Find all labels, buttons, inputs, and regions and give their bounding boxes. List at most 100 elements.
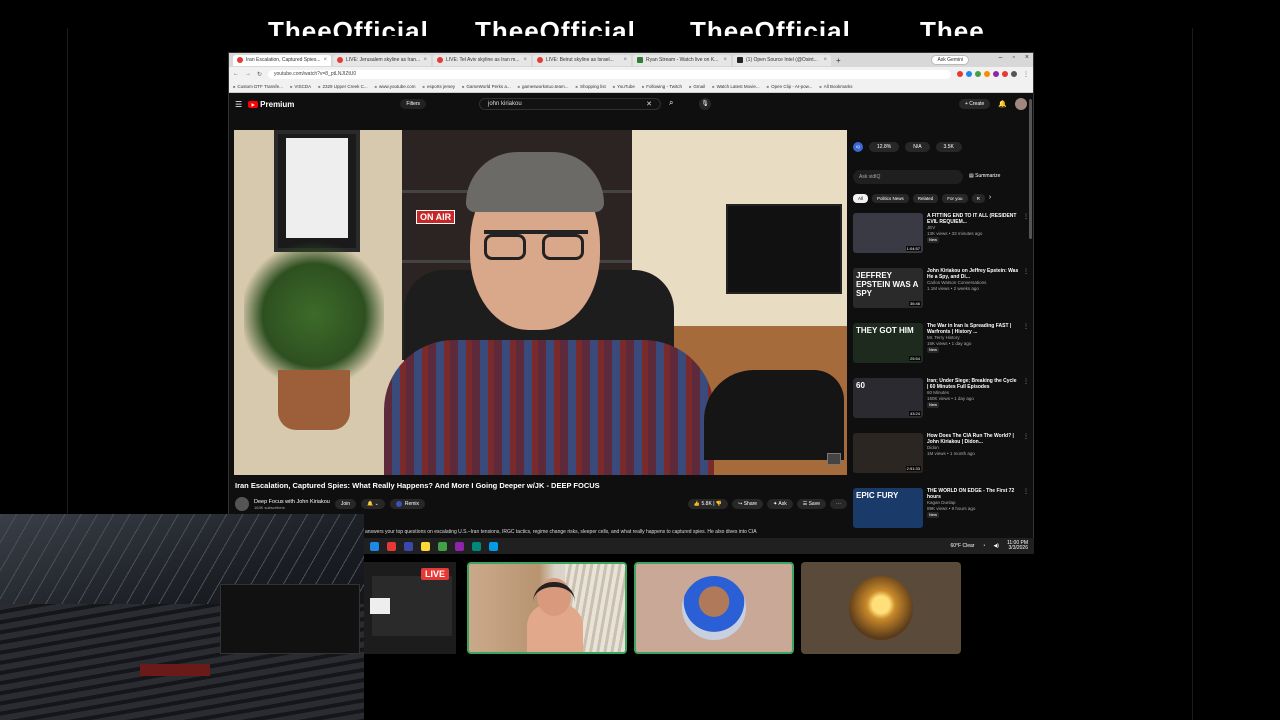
video-thumbnail[interactable]: 1:04:57: [853, 213, 923, 253]
recommendation-title[interactable]: How Does The CIA Run The World? | John K…: [927, 433, 1019, 445]
more-options-icon[interactable]: ⋮: [1023, 268, 1029, 323]
chrome-icon[interactable]: [387, 541, 396, 551]
bookmark[interactable]: Shopping list: [576, 84, 606, 89]
recommendation-item[interactable]: 60 43:24 Iran; Under Siege; Breaking the C…: [853, 378, 1029, 433]
chevron-right-icon[interactable]: ›: [989, 194, 991, 203]
reload-icon[interactable]: ↻: [257, 71, 262, 78]
browser-tab[interactable]: LIVE: Beirut skyline as Israel... ×: [533, 54, 631, 66]
close-icon[interactable]: ×: [623, 57, 627, 63]
microphone-icon[interactable]: 🎙: [699, 98, 711, 110]
recommendation-title[interactable]: THE WORLD ON EDGE - The First 72 hours: [927, 488, 1019, 500]
browser-tab[interactable]: LIVE: Jerusalem skyline as Iran... ×: [333, 54, 431, 66]
bookmark[interactable]: Watch Latest Movie...: [712, 84, 760, 89]
browser-tab[interactable]: (1) Open Source Intel (@Osint... ×: [733, 54, 831, 66]
extension-icon[interactable]: [1011, 71, 1017, 77]
url-field[interactable]: youtube.com/watch?v=8_ptLNJIZtU0: [268, 69, 951, 79]
create-button[interactable]: + Create: [958, 99, 991, 109]
video-thumbnail[interactable]: EPIC FURY: [853, 488, 923, 528]
recommendation-title[interactable]: The War in Iran Is Spreading FAST | Warf…: [927, 323, 1019, 335]
recommendation-item[interactable]: JEFFREY EPSTEIN WAS A SPY 36:46 John Kiria…: [853, 268, 1029, 323]
recommendation-item[interactable]: 2:51:33 How Does The CIA Run The World? |…: [853, 433, 1029, 488]
back-icon[interactable]: ←: [233, 71, 239, 77]
video-description[interactable]: answers your top questions on escalating…: [365, 529, 845, 535]
wifi-icon[interactable]: ◔: [982, 543, 985, 549]
video-overlay-icon[interactable]: [827, 453, 841, 465]
chip-more[interactable]: R: [971, 194, 985, 203]
browser-tab[interactable]: Iran Escalation, Captured Spies... ×: [233, 54, 331, 66]
bookmark[interactable]: esports jersey: [423, 84, 455, 89]
new-tab-button[interactable]: +: [833, 56, 844, 65]
youtube-logo[interactable]: ▶ Premium: [248, 100, 294, 109]
bookmark[interactable]: 2329 Upper Creek C...: [318, 84, 368, 89]
bookmark[interactable]: All Bookmarks: [819, 84, 853, 89]
close-icon[interactable]: ×: [823, 57, 827, 63]
folder-icon[interactable]: [421, 541, 430, 551]
recommendation-item[interactable]: THEY GOT HIM 25:54 The War in Iran Is Spre…: [853, 323, 1029, 378]
notifications-icon[interactable]: 🔔: [998, 100, 1007, 108]
extension-icon[interactable]: [1002, 71, 1008, 77]
bookmark[interactable]: VISCDA: [290, 84, 311, 89]
extension-icon[interactable]: [957, 71, 963, 77]
search-icon[interactable]: ⌕: [669, 98, 673, 108]
volume-icon[interactable]: ◀): [993, 543, 999, 549]
webcam-participant-3[interactable]: [801, 562, 961, 654]
more-options-icon[interactable]: ⋮: [1023, 433, 1029, 488]
chip-politics-news[interactable]: Politics News: [872, 194, 909, 203]
extension-icon[interactable]: [993, 71, 999, 77]
bookmark[interactable]: gamesworkstuo.team...: [518, 84, 569, 89]
account-avatar[interactable]: [1015, 98, 1027, 110]
app-icon[interactable]: [472, 541, 481, 551]
forward-icon[interactable]: →: [245, 71, 251, 77]
notification-bell-button[interactable]: 🔔 ⌄: [361, 499, 385, 509]
weather[interactable]: 60°F Clear: [950, 543, 974, 549]
close-window-icon[interactable]: ×: [1025, 54, 1029, 61]
app-icon[interactable]: [455, 541, 464, 551]
video-player[interactable]: ON AIR: [234, 130, 847, 475]
bookmark[interactable]: Custom DTF Transfe...: [233, 84, 283, 89]
app-icon[interactable]: [404, 541, 413, 551]
webcam-participant-1[interactable]: [467, 562, 627, 654]
share-button[interactable]: ↪ Share: [732, 499, 764, 509]
app-icon[interactable]: [489, 541, 498, 551]
scrollbar[interactable]: [1029, 99, 1032, 239]
filters-button[interactable]: Filters: [400, 99, 427, 109]
close-icon[interactable]: ×: [723, 57, 727, 63]
bookmark[interactable]: Following - Twitch: [642, 84, 682, 89]
ask-vidiq-input[interactable]: Ask vidIQ: [853, 170, 963, 184]
maximize-icon[interactable]: ▫: [1012, 54, 1014, 61]
video-thumbnail[interactable]: JEFFREY EPSTEIN WAS A SPY 36:46: [853, 268, 923, 308]
bookmark[interactable]: Gmail: [689, 84, 705, 89]
vidiq-icon[interactable]: iQ: [853, 142, 863, 152]
more-options-icon[interactable]: ⋮: [1023, 323, 1029, 378]
bookmark[interactable]: YouTube: [613, 84, 635, 89]
channel-avatar[interactable]: [235, 497, 249, 511]
recommendation-title[interactable]: Iran; Under Siege; Breaking the Cycle | …: [927, 378, 1019, 390]
clock[interactable]: 11:00 PM 3/3/2026: [1007, 541, 1028, 551]
spotify-icon[interactable]: [438, 541, 447, 551]
bookmark[interactable]: Open Clip - AI-pow...: [767, 84, 812, 89]
live-preview-tile[interactable]: LIVE: [364, 562, 456, 654]
more-options-icon[interactable]: ⋮: [1023, 378, 1029, 433]
bookmark[interactable]: www.youtube.com: [375, 84, 416, 89]
extension-icon[interactable]: [984, 71, 990, 77]
webcam-participant-2[interactable]: [634, 562, 794, 654]
video-thumbnail[interactable]: 60 43:24: [853, 378, 923, 418]
recommendation-item[interactable]: 1:04:57 A FITTING END TO IT ALL (RESIDENT…: [853, 213, 1029, 268]
remix-button[interactable]: Remix: [389, 499, 425, 509]
ask-gemini-button[interactable]: Ask Gemini: [931, 55, 969, 65]
chip-related[interactable]: Related: [912, 194, 939, 203]
clear-search-icon[interactable]: ✕: [646, 100, 652, 108]
more-actions-icon[interactable]: ⋯: [830, 499, 847, 509]
close-icon[interactable]: ×: [423, 57, 427, 63]
channel-name[interactable]: Deep Focus with John Kiriakou: [254, 499, 330, 505]
hamburger-menu-icon[interactable]: ☰: [235, 100, 242, 109]
more-options-icon[interactable]: ⋮: [1023, 488, 1029, 543]
like-button[interactable]: 👍 5.8K | 👎: [687, 499, 729, 509]
browser-tab[interactable]: LIVE: Tel Aviv skyline as Iran m... ×: [433, 54, 531, 66]
save-button[interactable]: ☰ Save: [796, 499, 826, 509]
recommendation-item[interactable]: EPIC FURY THE WORLD ON EDGE - The First 7…: [853, 488, 1029, 543]
close-icon[interactable]: ×: [523, 57, 527, 63]
video-thumbnail[interactable]: 2:51:33: [853, 433, 923, 473]
video-thumbnail[interactable]: THEY GOT HIM 25:54: [853, 323, 923, 363]
extension-icon[interactable]: [966, 71, 972, 77]
